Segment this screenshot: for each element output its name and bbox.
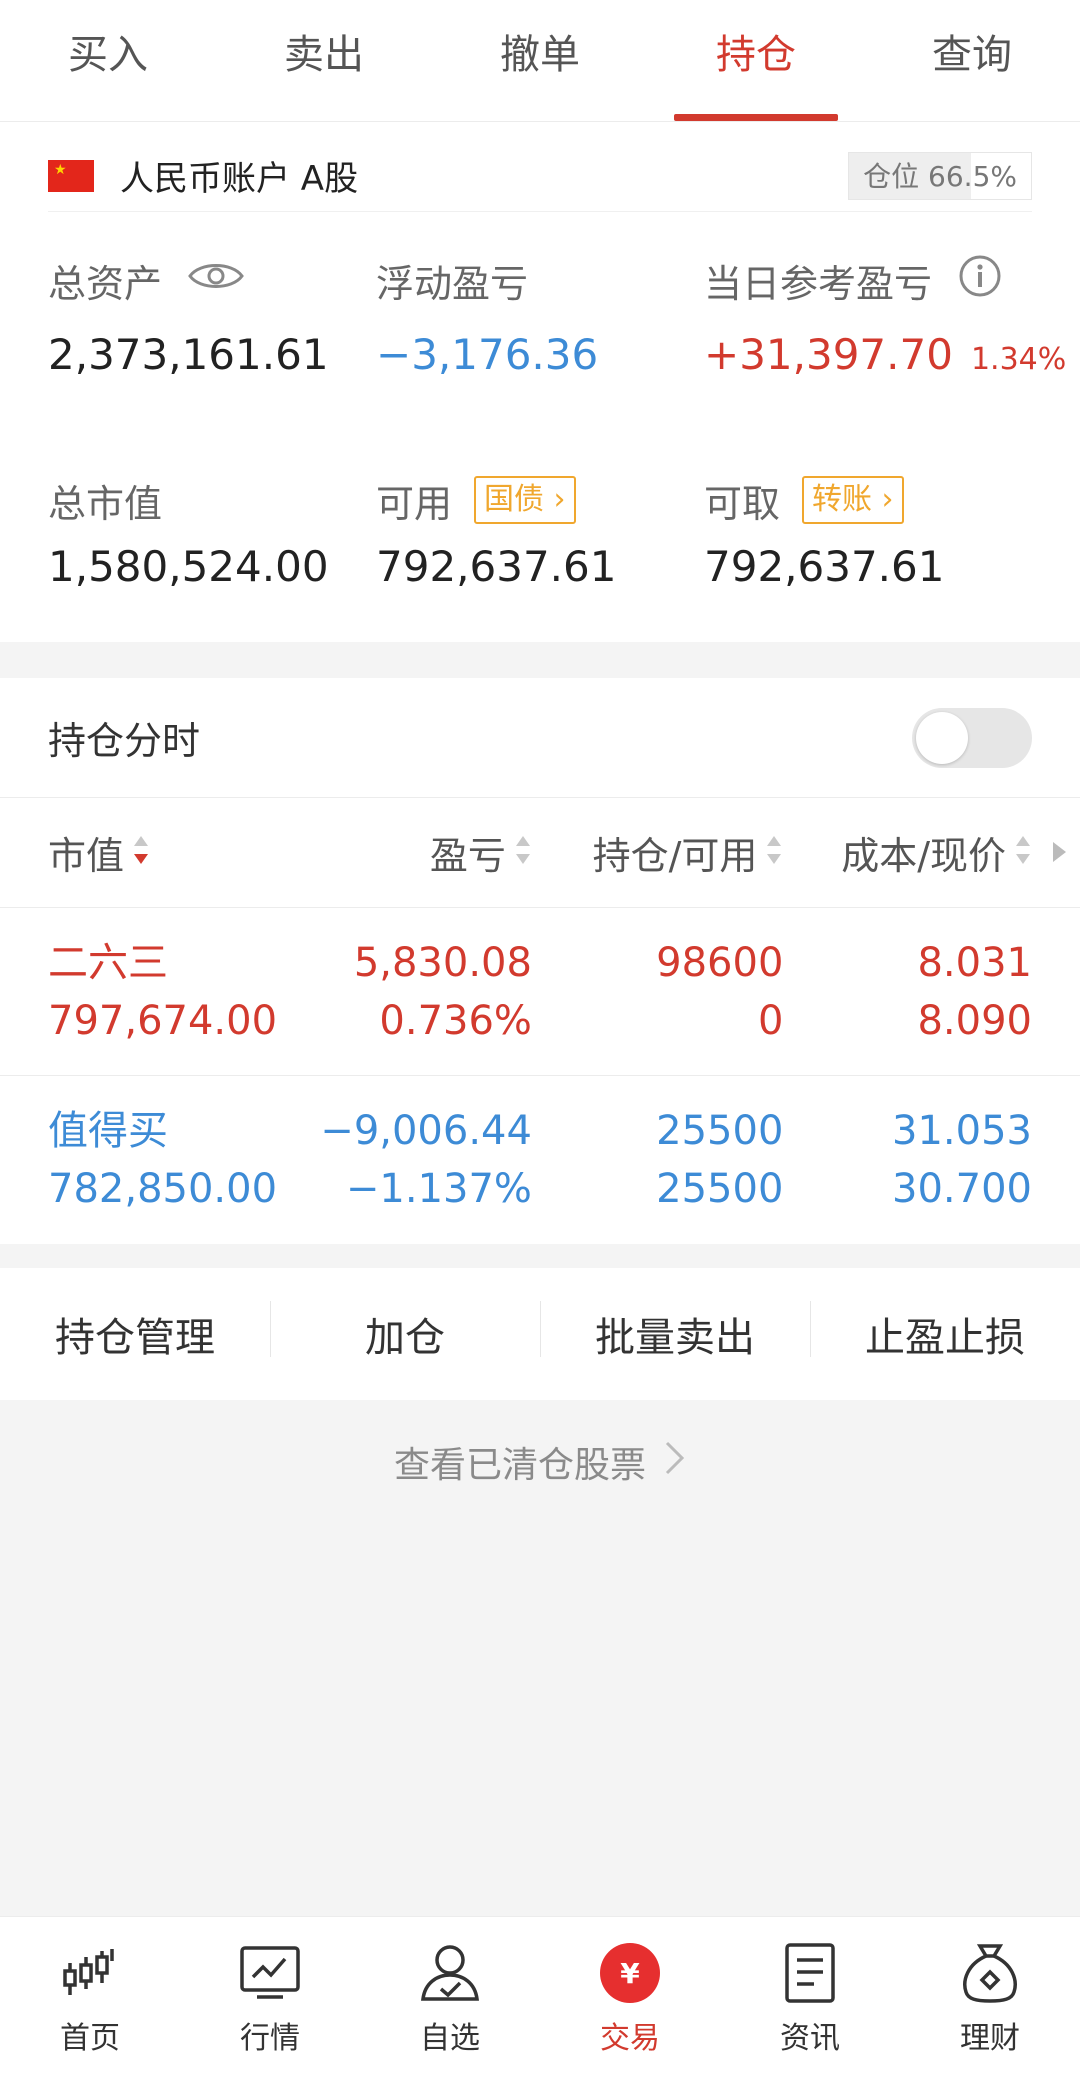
positions-panel: 持仓分时 市值 盈亏 持仓/可用 成本/现价 二六三 797,674.00 5,… <box>0 678 1080 1244</box>
stock-market-value: 782,850.00 <box>48 1166 278 1212</box>
tab-buy[interactable]: 买入 <box>0 0 216 121</box>
stock-price: 8.090 <box>917 997 1032 1044</box>
market-value-label: 总市值 <box>48 481 163 526</box>
account-selector[interactable]: ★ 人民币账户 A股 仓位 66.5% <box>48 140 1032 212</box>
position-actions-bar: 持仓管理 加仓 批量卖出 止盈止损 <box>0 1268 1080 1400</box>
nav-watchlist[interactable]: 自选 <box>360 1917 540 2080</box>
total-assets-value: 2,373,161.61 <box>48 330 329 379</box>
account-name: 人民币账户 A股 <box>120 159 359 199</box>
col-hold-available[interactable]: 持仓/可用 <box>532 825 783 880</box>
stock-hold: 25500 <box>656 1108 784 1154</box>
stock-cost: 8.031 <box>917 939 1032 986</box>
account-summary: ★ 人民币账户 A股 仓位 66.5% 总资产 2,373,161.61 浮动盈… <box>0 122 1080 642</box>
eye-icon[interactable] <box>188 258 244 303</box>
position-ratio-badge: 仓位 66.5% <box>848 151 1032 200</box>
candlestick-icon <box>58 1941 122 2005</box>
available-label: 可用 <box>376 481 453 526</box>
sort-icon <box>765 831 783 875</box>
timeshare-label: 持仓分时 <box>48 719 201 763</box>
toggle-knob <box>916 711 968 764</box>
tab-cancel-order[interactable]: 撤单 <box>432 0 648 121</box>
daily-pl-label: 当日参考盈亏 <box>704 261 933 306</box>
nav-home[interactable]: 首页 <box>0 1917 180 2080</box>
stock-market-value: 797,674.00 <box>48 997 278 1044</box>
stock-pl-pct: 0.736% <box>379 997 532 1044</box>
tab-query[interactable]: 查询 <box>864 0 1080 121</box>
chevron-right-icon <box>664 1440 686 1485</box>
transfer-button[interactable]: 转账 › <box>802 476 904 524</box>
person-check-icon <box>418 1941 482 2005</box>
stock-available: 0 <box>757 997 784 1044</box>
money-bag-icon <box>958 1941 1022 2005</box>
withdrawable-funds: 可取 转账 › 792,637.61 <box>704 472 944 591</box>
stock-pl-pct: −1.137% <box>345 1166 532 1212</box>
chart-icon <box>238 1941 302 2005</box>
sort-icon <box>514 831 532 875</box>
timeshare-toggle[interactable] <box>912 707 1032 768</box>
stock-cost: 31.053 <box>892 1108 1032 1154</box>
nav-market[interactable]: 行情 <box>180 1917 360 2080</box>
nav-news[interactable]: 资讯 <box>720 1917 900 2080</box>
document-icon <box>778 1941 842 2005</box>
col-cost-price[interactable]: 成本/现价 <box>783 825 1032 880</box>
available-value: 792,637.61 <box>376 542 617 591</box>
stock-hold: 98600 <box>656 939 784 986</box>
stock-pl: −9,006.44 <box>320 1108 532 1154</box>
daily-pl-pct: 1.34% <box>970 342 1067 377</box>
cleared-stocks-label: 查看已清仓股票 <box>393 1445 646 1486</box>
sort-icon <box>1014 831 1032 875</box>
table-row[interactable]: 二六三 797,674.00 5,830.08 0.736% 98600 0 8… <box>0 908 1080 1076</box>
daily-pl-value: +31,397.70 <box>704 330 953 379</box>
add-position-button[interactable]: 加仓 <box>270 1301 540 1363</box>
nav-trade[interactable]: ¥ 交易 <box>540 1917 720 2080</box>
stock-available: 25500 <box>656 1166 784 1212</box>
stock-pl: 5,830.08 <box>353 939 532 986</box>
withdrawable-value: 792,637.61 <box>704 542 945 591</box>
stock-name: 值得买 <box>48 1108 168 1154</box>
floating-pl-value: −3,176.36 <box>376 330 599 379</box>
table-row[interactable]: 值得买 782,850.00 −9,006.44 −1.137% 25500 2… <box>0 1076 1080 1244</box>
svg-text:¥: ¥ <box>620 1957 640 1990</box>
batch-sell-button[interactable]: 批量卖出 <box>540 1301 810 1363</box>
total-assets-label: 总资产 <box>48 261 163 306</box>
floating-pl-label: 浮动盈亏 <box>376 261 529 306</box>
positions-table-header: 市值 盈亏 持仓/可用 成本/现价 <box>0 798 1080 908</box>
market-value-value: 1,580,524.00 <box>48 542 329 591</box>
china-flag-icon: ★ <box>48 159 94 192</box>
col-pl[interactable]: 盈亏 <box>295 825 532 880</box>
tab-sell[interactable]: 卖出 <box>216 0 432 121</box>
bottom-nav: 首页 行情 自选 ¥ 交易 资讯 理财 <box>0 1916 1080 2080</box>
withdrawable-label: 可取 <box>704 481 781 526</box>
take-profit-stop-loss-button[interactable]: 止盈止损 <box>810 1301 1080 1363</box>
tab-positions[interactable]: 持仓 <box>648 0 864 121</box>
cleared-stocks-link[interactable]: 查看已清仓股票 <box>0 1436 1080 1488</box>
sort-desc-icon <box>132 831 150 875</box>
daily-pl: 当日参考盈亏 +31,397.70 1.34% <box>704 252 1066 379</box>
floating-pl: 浮动盈亏 −3,176.36 <box>376 252 599 380</box>
top-tab-bar: 买入 卖出 撤单 持仓 查询 <box>0 0 1080 122</box>
info-icon[interactable] <box>958 254 1002 307</box>
stock-price: 30.700 <box>892 1166 1032 1212</box>
yen-icon: ¥ <box>598 1941 662 2005</box>
stock-name: 二六三 <box>48 939 168 986</box>
nav-wealth[interactable]: 理财 <box>900 1917 1080 2080</box>
scroll-right-arrow-icon[interactable] <box>1053 842 1066 862</box>
available-funds: 可用 国债 › 792,637.61 <box>376 472 616 591</box>
total-assets: 总资产 2,373,161.61 <box>48 252 329 380</box>
treasury-bond-button[interactable]: 国债 › <box>474 476 576 524</box>
market-value: 总市值 1,580,524.00 <box>48 472 329 592</box>
col-market-value[interactable]: 市值 <box>48 825 295 880</box>
manage-positions-button[interactable]: 持仓管理 <box>0 1305 270 1363</box>
